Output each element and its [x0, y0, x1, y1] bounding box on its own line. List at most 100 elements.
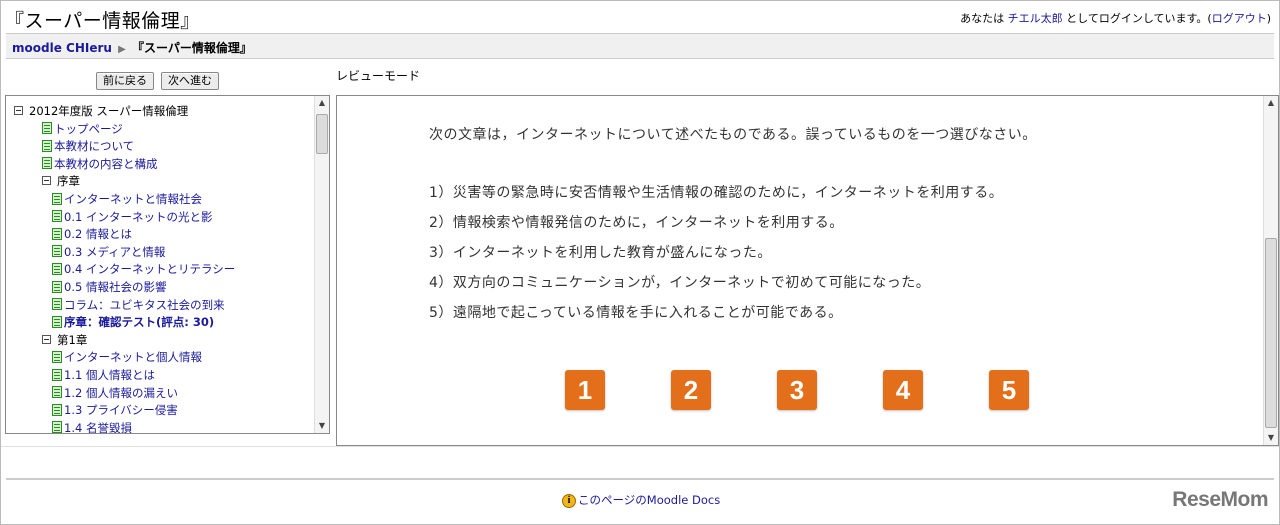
page-icon [52, 403, 62, 416]
login-close: ) [1266, 12, 1271, 25]
page-icon [52, 421, 62, 433]
toc-link[interactable]: 0.5 情報社会の影響 [52, 279, 166, 296]
toc-label: 0.4 インターネットとリテラシー [64, 262, 236, 277]
toc-label: 序章 [57, 174, 80, 189]
page-icon [42, 139, 52, 152]
login-prefix: あなたは [960, 12, 1008, 25]
scroll-up-arrow-icon[interactable]: ▲ [315, 96, 329, 110]
toc-label: 1.4 名誉毀損 [64, 420, 132, 434]
moodle-docs-link-text[interactable]: このページのMoodle Docs [578, 493, 720, 507]
toc-section[interactable]: 第1章 [42, 332, 87, 349]
answer-button-2[interactable]: 2 [671, 370, 711, 410]
toc-link[interactable]: コラム：ユビキタス社会の到来 [52, 297, 225, 314]
table-of-contents: 2012年度版 スーパー情報倫理 トップページ 本教材について 本教材の内容と構成 序章… [5, 95, 330, 434]
page-icon [52, 298, 62, 311]
page-icon [52, 210, 62, 223]
page-icon [52, 315, 62, 328]
choice-text: 3）インターネットを利用した教育が盛んになった。 [429, 245, 772, 261]
toc-link[interactable]: 0.2 情報とは [52, 226, 132, 243]
page-icon [42, 157, 52, 170]
answer-button-4[interactable]: 4 [883, 370, 923, 410]
page-icon [52, 192, 62, 205]
question-text: 次の文章は，インターネットについて述べたものである。誤っているものを一つ選びなさ… [429, 127, 1037, 143]
toc-label: 1.1 個人情報とは [64, 368, 155, 382]
toc-label: 0.5 情報社会の影響 [64, 280, 167, 294]
page-header: 『スーパー情報倫理』 あなたは チエル太郎 としてログインしています。(ログアウ… [1, 1, 1279, 32]
toc-link[interactable]: インターネットと個人情報 [52, 349, 202, 366]
resemom-watermark-logo: ReseMom [1172, 488, 1268, 511]
breadcrumb-home-link[interactable]: moodle CHIeru [12, 41, 112, 55]
toc-label: コラム：ユビキタス社会の到来 [64, 297, 225, 312]
toc-section[interactable]: 2012年度版 スーパー情報倫理 [14, 103, 188, 120]
answer-button-5[interactable]: 5 [989, 370, 1029, 410]
breadcrumb-current: 『スーパー情報倫理』 [132, 41, 252, 55]
toc-label: 第1章 [57, 332, 88, 347]
toc-label: 1.3 プライバシー侵害 [64, 403, 178, 418]
toc-link[interactable]: 本教材について [42, 138, 134, 155]
content-scrollbar[interactable]: ▲ ▼ [1263, 96, 1278, 445]
toc-label: 本教材の内容と構成 [54, 156, 158, 171]
page-icon [42, 122, 52, 135]
page-icon [52, 262, 62, 275]
choice-text: 4）双方向のコミュニケーションが，インターネットで初めて可能になった。 [429, 275, 931, 291]
toc-link[interactable]: 1.4 名誉毀損 [52, 420, 132, 434]
toc-label: トップページ [54, 121, 123, 136]
toc-label: 1.2 個人情報の漏えい [64, 385, 178, 400]
footer-divider [6, 478, 1274, 480]
breadcrumb: moodle CHIeru ▶ 『スーパー情報倫理』 [12, 39, 252, 56]
answer-button-3[interactable]: 3 [777, 370, 817, 410]
content-scroll-thumb[interactable] [1265, 238, 1277, 428]
toc-label: 0.1 インターネットの光と影 [64, 209, 213, 224]
choice-text: 5）遠隔地で起こっている情報を手に入れることが可能である。 [429, 305, 843, 321]
user-profile-link[interactable]: チエル太郎 [1008, 12, 1063, 25]
toc-label: 2012年度版 スーパー情報倫理 [29, 104, 189, 118]
toc-link[interactable]: 1.3 プライバシー侵害 [52, 402, 178, 419]
page-icon [52, 227, 62, 240]
toc-section[interactable]: 序章 [42, 173, 80, 190]
toc-label: 0.3 メディアと情報 [64, 244, 166, 259]
login-info: あなたは チエル太郎 としてログインしています。(ログアウト) [960, 10, 1271, 26]
footer-divider-top [1, 446, 1279, 447]
toc-scrollbar[interactable]: ▲ ▼ [314, 96, 329, 433]
toc-link[interactable]: 0.3 メディアと情報 [52, 244, 165, 261]
scroll-up-arrow-icon[interactable]: ▲ [1264, 96, 1278, 110]
toc-label: 本教材について [54, 139, 135, 154]
toc-link[interactable]: インターネットと情報社会 [52, 191, 202, 208]
scroll-down-arrow-icon[interactable]: ▼ [315, 419, 329, 433]
logout-link[interactable]: ログアウト [1212, 12, 1267, 25]
content-panel: 次の文章は，インターネットについて述べたものである。誤っているものを一つ選びなさ… [336, 95, 1279, 446]
info-icon: i [562, 493, 576, 508]
toc-label: インターネットと個人情報 [64, 350, 202, 365]
scroll-down-arrow-icon[interactable]: ▼ [1264, 431, 1278, 445]
toc-label: 序章：確認テスト(評点: 30) [64, 315, 215, 330]
collapse-icon[interactable] [14, 106, 23, 115]
toc-link[interactable]: トップページ [42, 121, 123, 138]
choice-text: 2）情報検索や情報発信のために，インターネットを利用する。 [429, 215, 844, 231]
toc-link[interactable]: 1.1 個人情報とは [52, 367, 155, 384]
toc-link[interactable]: 1.2 個人情報の漏えい [52, 385, 178, 402]
toc-link[interactable]: 本教材の内容と構成 [42, 156, 158, 173]
page-icon [52, 245, 62, 258]
prev-button[interactable]: 前に戻る [96, 72, 154, 90]
page-icon [52, 368, 62, 381]
choice-text: 1）災害等の緊急時に安否情報や生活情報の確認のために，インターネットを利用する。 [429, 185, 1004, 201]
next-button[interactable]: 次へ進む [161, 72, 219, 90]
toc-scroll-thumb[interactable] [316, 114, 328, 154]
page-icon [52, 280, 62, 293]
toc-link[interactable]: 0.4 インターネットとリテラシー [52, 261, 235, 278]
answer-button-1[interactable]: 1 [565, 370, 605, 410]
collapse-icon[interactable] [42, 334, 51, 344]
page-icon [52, 350, 62, 363]
toc-label: インターネットと情報社会 [64, 192, 202, 206]
site-title: 『スーパー情報倫理』 [5, 10, 200, 32]
review-mode-label: レビューモード [336, 69, 421, 83]
page-icon [52, 386, 62, 399]
login-suffix: としてログインしています。( [1062, 12, 1212, 25]
moodle-docs-link[interactable]: i このページのMoodle Docs [562, 492, 720, 508]
toc-label: 0.2 情報とは [64, 227, 132, 242]
toc-link[interactable]: 序章：確認テスト(評点: 30) [52, 314, 214, 331]
collapse-icon[interactable] [42, 176, 51, 186]
navbar: moodle CHIeru ▶ 『スーパー情報倫理』 [6, 33, 1274, 59]
toc-link[interactable]: 0.1 インターネットの光と影 [52, 209, 212, 226]
breadcrumb-separator-icon: ▶ [118, 44, 126, 55]
